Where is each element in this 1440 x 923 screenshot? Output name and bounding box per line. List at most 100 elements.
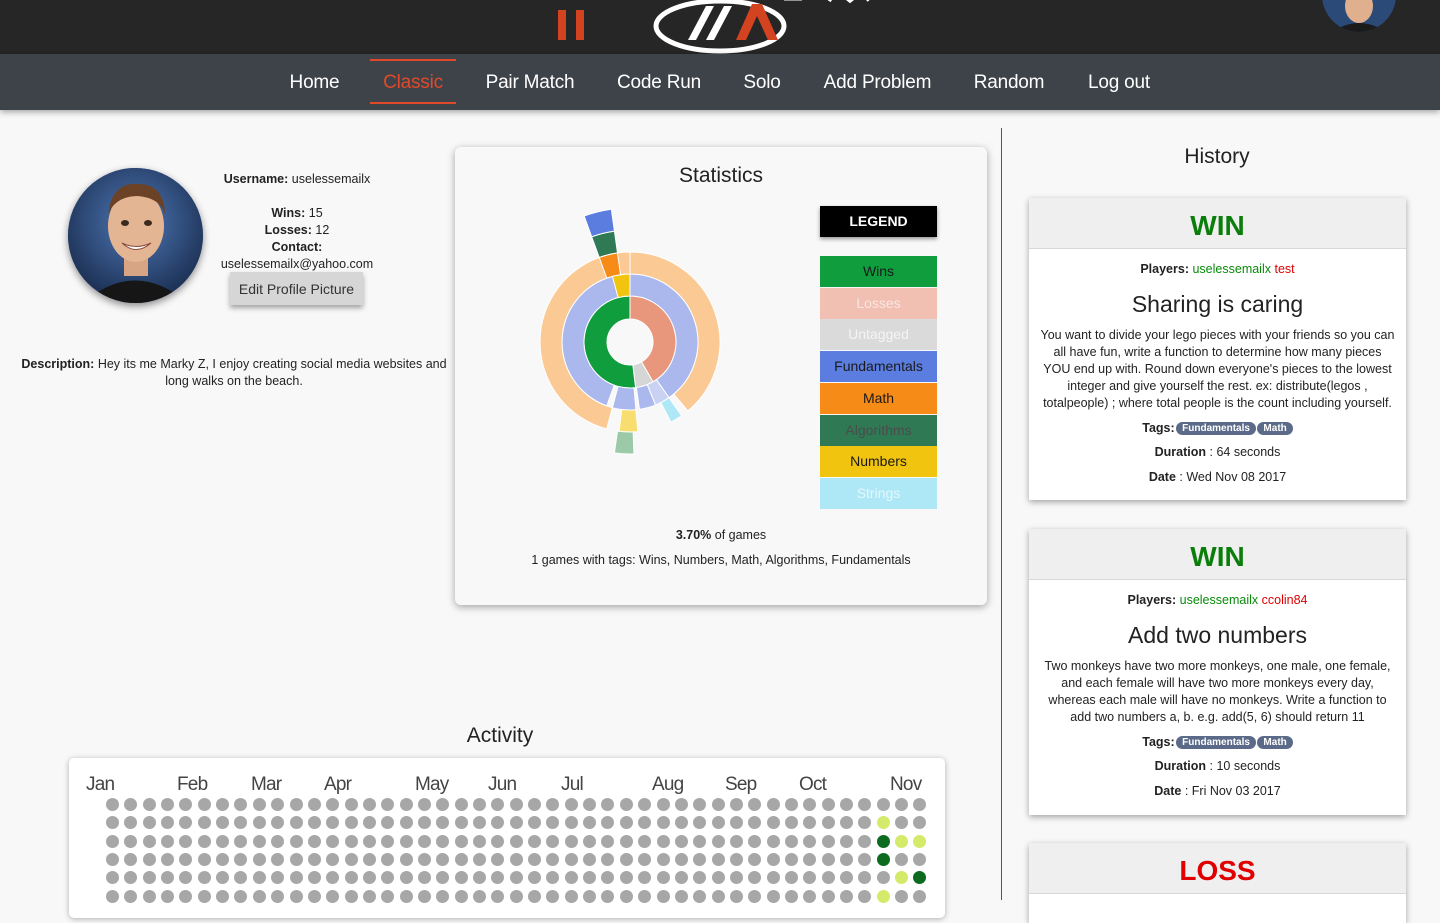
nav-solo[interactable]: Solo	[741, 54, 783, 110]
activity-day[interactable]	[858, 834, 872, 848]
activity-day[interactable]	[601, 816, 615, 830]
activity-day[interactable]	[895, 853, 909, 867]
nav-log-out[interactable]: Log out	[1085, 54, 1153, 110]
activity-day[interactable]	[674, 889, 688, 903]
activity-day[interactable]	[142, 798, 156, 811]
sunburst-strings[interactable]	[660, 397, 683, 423]
activity-day[interactable]	[362, 853, 376, 867]
activity-day[interactable]	[638, 889, 652, 903]
activity-day[interactable]	[252, 871, 266, 885]
legend-item-wins[interactable]: Wins	[820, 256, 937, 287]
activity-day[interactable]	[454, 853, 468, 867]
activity-day[interactable]	[564, 798, 578, 811]
activity-day[interactable]	[271, 871, 285, 885]
activity-day[interactable]	[289, 834, 303, 848]
activity-day[interactable]	[821, 853, 835, 867]
activity-day[interactable]	[546, 853, 560, 867]
activity-day[interactable]	[876, 889, 890, 903]
activity-day[interactable]	[234, 816, 248, 830]
sunburst-algorithms-outer[interactable]	[613, 430, 635, 455]
activity-day[interactable]	[528, 853, 542, 867]
activity-day[interactable]	[601, 871, 615, 885]
activity-day[interactable]	[289, 871, 303, 885]
activity-day[interactable]	[509, 853, 523, 867]
activity-day[interactable]	[216, 816, 230, 830]
activity-day[interactable]	[528, 798, 542, 811]
activity-day[interactable]	[528, 871, 542, 885]
activity-day[interactable]	[399, 834, 413, 848]
activity-day[interactable]	[491, 834, 505, 848]
activity-day[interactable]	[381, 853, 395, 867]
activity-day[interactable]	[509, 834, 523, 848]
activity-day[interactable]	[803, 871, 817, 885]
activity-day[interactable]	[179, 889, 193, 903]
activity-day[interactable]	[638, 871, 652, 885]
activity-day[interactable]	[656, 834, 670, 848]
activity-day[interactable]	[656, 871, 670, 885]
activity-day[interactable]	[252, 853, 266, 867]
activity-day[interactable]	[619, 834, 633, 848]
activity-day[interactable]	[748, 853, 762, 867]
activity-day[interactable]	[473, 853, 486, 867]
activity-day[interactable]	[307, 798, 321, 811]
activity-day[interactable]	[381, 871, 395, 885]
activity-day[interactable]	[674, 853, 688, 867]
activity-day[interactable]	[546, 816, 560, 830]
activity-day[interactable]	[528, 834, 542, 848]
activity-day[interactable]	[197, 816, 211, 830]
activity-day[interactable]	[491, 889, 505, 903]
activity-day[interactable]	[895, 889, 909, 903]
activity-day[interactable]	[271, 798, 285, 811]
activity-day[interactable]	[583, 834, 597, 848]
activity-day[interactable]	[326, 816, 340, 830]
activity-day[interactable]	[601, 798, 615, 811]
activity-day[interactable]	[381, 816, 395, 830]
activity-day[interactable]	[656, 816, 670, 830]
activity-day[interactable]	[840, 834, 853, 848]
activity-day[interactable]	[399, 889, 413, 903]
activity-day[interactable]	[876, 816, 890, 830]
activity-day[interactable]	[729, 889, 743, 903]
activity-day[interactable]	[895, 871, 909, 885]
activity-day[interactable]	[748, 798, 762, 811]
activity-day[interactable]	[436, 798, 450, 811]
activity-day[interactable]	[693, 816, 707, 830]
activity-day[interactable]	[106, 816, 119, 830]
activity-day[interactable]	[895, 798, 909, 811]
activity-day[interactable]	[840, 871, 853, 885]
activity-day[interactable]	[234, 871, 248, 885]
activity-day[interactable]	[674, 816, 688, 830]
activity-day[interactable]	[766, 834, 780, 848]
activity-day[interactable]	[784, 798, 798, 811]
activity-day[interactable]	[766, 816, 780, 830]
activity-day[interactable]	[179, 798, 193, 811]
activity-day[interactable]	[161, 853, 175, 867]
activity-day[interactable]	[473, 871, 486, 885]
activity-day[interactable]	[436, 834, 450, 848]
activity-day[interactable]	[307, 834, 321, 848]
activity-day[interactable]	[821, 871, 835, 885]
activity-day[interactable]	[161, 889, 175, 903]
activity-day[interactable]	[876, 798, 890, 811]
activity-day[interactable]	[179, 834, 193, 848]
activity-day[interactable]	[289, 853, 303, 867]
player-1[interactable]: uselessemailx	[1192, 262, 1271, 276]
activity-day[interactable]	[766, 871, 780, 885]
activity-day[interactable]	[711, 834, 725, 848]
activity-day[interactable]	[784, 834, 798, 848]
activity-day[interactable]	[307, 871, 321, 885]
activity-day[interactable]	[234, 853, 248, 867]
activity-day[interactable]	[344, 871, 358, 885]
activity-day[interactable]	[436, 816, 450, 830]
activity-day[interactable]	[271, 889, 285, 903]
activity-day[interactable]	[106, 853, 119, 867]
nav-add-problem[interactable]: Add Problem	[822, 54, 933, 110]
nav-home[interactable]: Home	[287, 54, 342, 110]
activity-day[interactable]	[601, 834, 615, 848]
activity-day[interactable]	[381, 889, 395, 903]
activity-day[interactable]	[399, 853, 413, 867]
activity-day[interactable]	[656, 889, 670, 903]
activity-day[interactable]	[913, 871, 927, 885]
activity-day[interactable]	[417, 871, 431, 885]
activity-day[interactable]	[840, 816, 853, 830]
